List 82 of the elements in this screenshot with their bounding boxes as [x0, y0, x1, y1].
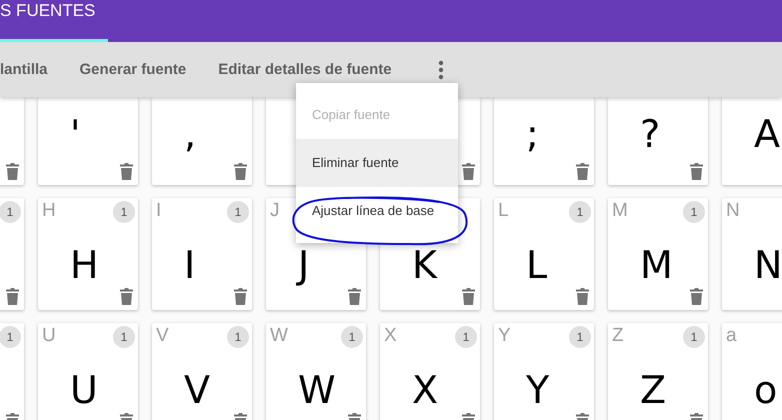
glyph-card[interactable]: 1	[0, 323, 24, 420]
handwritten-glyph: K	[412, 246, 437, 284]
trash-icon[interactable]	[690, 163, 703, 180]
count-badge: 1	[113, 326, 135, 348]
glyph-card[interactable]: ,	[152, 97, 252, 185]
glyph-label: a	[726, 325, 737, 347]
glyph-card[interactable]: U 1 U	[38, 323, 138, 420]
glyph-card[interactable]: a o	[722, 323, 782, 420]
trash-icon[interactable]	[120, 288, 133, 305]
trash-icon[interactable]	[6, 288, 19, 305]
handwritten-glyph: ,	[184, 115, 196, 153]
trash-icon[interactable]	[234, 288, 247, 305]
handwritten-glyph: V	[184, 371, 210, 409]
count-badge: 1	[227, 326, 249, 348]
trash-icon[interactable]	[462, 163, 475, 180]
handwritten-glyph: Y	[526, 371, 550, 409]
glyph-card[interactable]: A	[722, 97, 782, 185]
count-badge: 1	[683, 201, 705, 223]
glyph-label: U	[42, 325, 56, 347]
count-badge: 1	[341, 326, 363, 348]
handwritten-glyph: J	[298, 246, 310, 284]
handwritten-glyph: X	[412, 371, 438, 409]
glyph-label: V	[156, 325, 169, 347]
glyph-card[interactable]: ;	[494, 97, 594, 185]
handwritten-glyph: L	[526, 246, 548, 284]
more-options-icon[interactable]	[438, 60, 444, 80]
count-badge: 1	[0, 201, 21, 223]
glyph-label: M	[612, 200, 628, 222]
trash-icon[interactable]	[120, 163, 133, 180]
menu-item[interactable]: Eliminar fuente	[296, 139, 458, 187]
trash-icon[interactable]	[348, 288, 361, 305]
handwritten-glyph: N	[754, 246, 782, 284]
glyph-label: L	[498, 200, 509, 222]
glyph-label: X	[384, 325, 397, 347]
glyph-label: Y	[498, 325, 511, 347]
handwritten-glyph: '	[70, 115, 80, 153]
toolbar-button[interactable]: lantilla	[0, 55, 64, 84]
glyph-card[interactable]: 1	[0, 198, 24, 310]
glyph-card[interactable]: L 1 L	[494, 198, 594, 310]
handwritten-glyph: ;	[526, 115, 539, 153]
glyph-card[interactable]: N N	[722, 198, 782, 310]
handwritten-glyph: H	[70, 246, 99, 284]
trash-icon[interactable]	[690, 288, 703, 305]
count-badge: 1	[569, 201, 591, 223]
glyph-label: N	[726, 200, 740, 222]
count-badge: 1	[683, 326, 705, 348]
app-title: S FUENTES	[0, 1, 96, 21]
trash-icon[interactable]	[576, 288, 589, 305]
count-badge: 1	[455, 326, 477, 348]
count-badge: 1	[227, 201, 249, 223]
trash-icon[interactable]	[576, 163, 589, 180]
glyph-card[interactable]: M 1 M	[608, 198, 708, 310]
glyph-card[interactable]: Y 1 Y	[494, 323, 594, 420]
trash-icon[interactable]	[462, 288, 475, 305]
handwritten-glyph: W	[298, 371, 336, 409]
count-badge: 1	[0, 326, 21, 348]
glyph-label: Z	[612, 325, 624, 347]
glyph-card[interactable]: '	[38, 97, 138, 185]
glyph-card[interactable]: X 1 X	[380, 323, 480, 420]
trash-icon[interactable]	[234, 163, 247, 180]
glyph-card[interactable]: Z 1 Z	[608, 323, 708, 420]
glyph-card[interactable]: W 1 W	[266, 323, 366, 420]
handwritten-glyph: Z	[640, 371, 666, 409]
toolbar-button[interactable]: Editar detalles de fuente	[202, 55, 408, 84]
glyph-card[interactable]: ?	[608, 97, 708, 185]
handwritten-glyph: I	[184, 246, 196, 284]
glyph-card[interactable]: H 1 H	[38, 198, 138, 310]
glyph-card[interactable]: V 1 V	[152, 323, 252, 420]
glyph-label: I	[156, 200, 162, 222]
handwritten-glyph: o	[754, 371, 778, 409]
glyph-label: W	[270, 325, 288, 347]
glyph-label: H	[42, 200, 56, 222]
handwritten-glyph: M	[640, 246, 673, 284]
handwritten-glyph: U	[70, 371, 98, 409]
count-badge: 1	[113, 201, 135, 223]
glyph-label: J	[270, 200, 280, 222]
toolbar-button[interactable]: Generar fuente	[64, 55, 202, 84]
handwritten-glyph: A	[754, 115, 780, 153]
glyph-card[interactable]: I 1 I	[152, 198, 252, 310]
handwritten-glyph: ?	[640, 115, 660, 153]
trash-icon[interactable]	[6, 163, 19, 180]
count-badge: 1	[569, 326, 591, 348]
